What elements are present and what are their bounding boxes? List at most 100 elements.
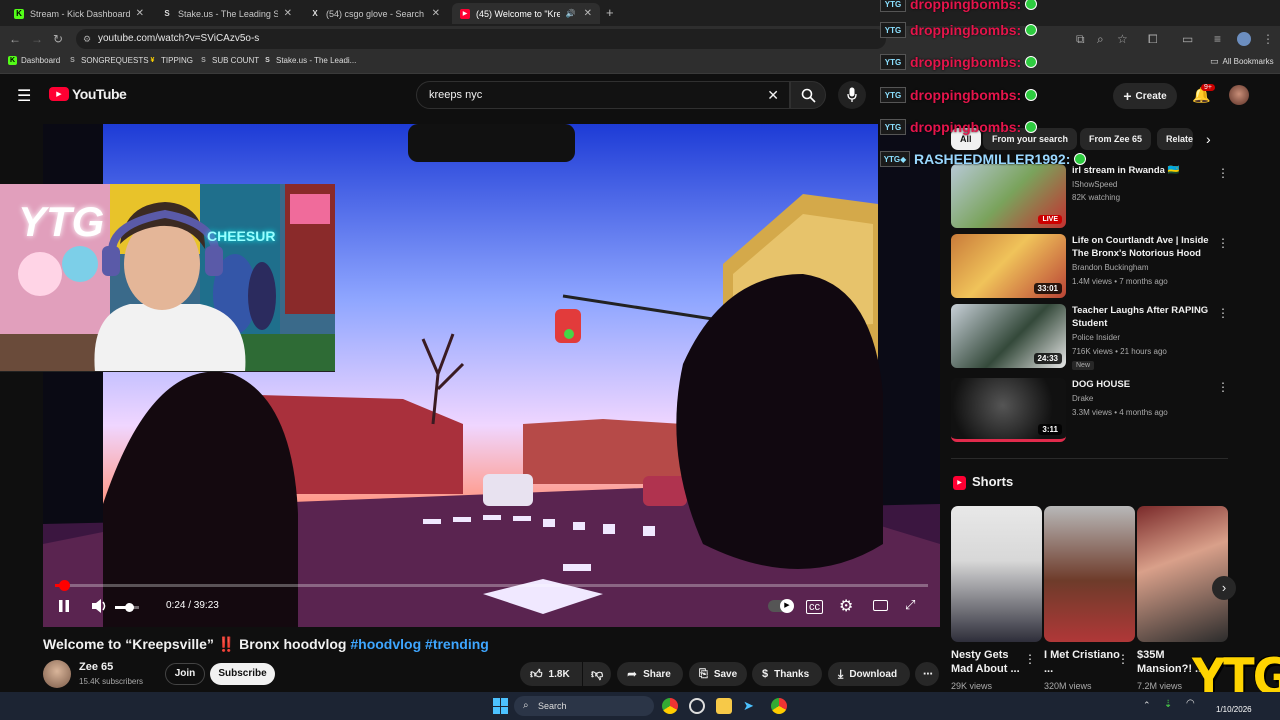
channel-name[interactable]: IShowSpeed — [1072, 180, 1117, 189]
taskbar-search[interactable]: ⌕ Search — [514, 696, 654, 716]
telegram-icon[interactable]: ➤ — [743, 698, 759, 714]
search-input[interactable]: kreeps nyc ✕ — [416, 81, 790, 109]
video-title[interactable]: irl stream in Rwanda 🇷🇼 — [1072, 164, 1212, 177]
recommendation-item[interactable]: LIVE irl stream in Rwanda 🇷🇼 IShowSpeed … — [951, 164, 1231, 230]
tray-app-icon[interactable]: ⇣ — [1164, 699, 1172, 710]
reload-icon[interactable]: ↻ — [53, 32, 63, 46]
chrome-icon[interactable] — [771, 698, 787, 714]
recommendation-item[interactable]: 3:11 DOG HOUSE Drake 3.3M views • 4 mont… — [951, 378, 1231, 444]
settings-gear-icon[interactable]: ⚙ — [839, 596, 853, 616]
hashtag-trending[interactable]: #trending — [425, 636, 489, 652]
hamburger-menu-icon[interactable]: ☰ — [17, 86, 31, 106]
hashtag-hoodvlog[interactable]: #hoodvlog — [350, 636, 421, 652]
short-thumbnail[interactable] — [1137, 506, 1228, 642]
forward-icon[interactable]: → — [31, 32, 43, 46]
close-icon[interactable]: ✕ — [136, 8, 144, 19]
channel-avatar[interactable] — [43, 660, 71, 688]
bookmark-subcount[interactable]: S SUB COUNT — [199, 56, 259, 65]
channel-name[interactable]: Drake — [1072, 394, 1093, 403]
captions-icon[interactable]: cc — [806, 600, 823, 614]
site-info-icon[interactable]: ⚙ — [83, 29, 91, 49]
youtube-logo[interactable]: ▶ YouTube — [49, 86, 127, 102]
dislike-button[interactable]: 👎︎ — [583, 662, 611, 686]
video-thumbnail[interactable]: 3:11 — [951, 378, 1066, 442]
progress-bar[interactable] — [55, 580, 928, 591]
more-options-icon[interactable]: ⋮ — [1117, 652, 1129, 666]
like-button[interactable]: 👍︎ 1.8K — [520, 662, 582, 686]
video-title[interactable]: DOG HOUSE — [1072, 378, 1212, 391]
more-actions-button[interactable]: ⋯ — [915, 662, 939, 686]
close-icon[interactable]: ✕ — [432, 8, 440, 19]
pause-button[interactable] — [57, 598, 71, 617]
fullscreen-icon[interactable]: ⤢ — [905, 597, 915, 613]
more-options-icon[interactable]: ⋮ — [1217, 380, 1229, 394]
short-thumbnail[interactable] — [1044, 506, 1135, 642]
bookmark-star-icon[interactable]: ☆ — [1117, 32, 1128, 46]
voice-search-button[interactable] — [838, 81, 866, 109]
chip-from-zee65[interactable]: From Zee 65 — [1080, 128, 1152, 150]
media-icon[interactable]: ≡ — [1214, 32, 1221, 46]
bookmark-stake[interactable]: S Stake.us - The Leadi... — [263, 56, 356, 65]
channel-name[interactable]: Police Insider — [1072, 333, 1120, 342]
tab-x-search[interactable]: X (54) csgo glove - Search / X ✕ — [302, 3, 448, 24]
progress-scrubber[interactable] — [59, 580, 70, 591]
clear-search-icon[interactable]: ✕ — [767, 82, 779, 108]
video-thumbnail[interactable]: LIVE — [951, 164, 1066, 228]
video-thumbnail[interactable]: 33:01 — [951, 234, 1066, 298]
channel-name[interactable]: Zee 65 — [79, 661, 113, 673]
all-bookmarks[interactable]: ▭ All Bookmarks — [1210, 56, 1274, 67]
volume-knob[interactable] — [125, 603, 134, 612]
bookmark-dashboard[interactable]: K Dashboard — [8, 56, 60, 65]
search-button[interactable] — [790, 81, 826, 109]
more-options-icon[interactable]: ⋮ — [1217, 166, 1229, 180]
new-tab-icon[interactable]: + — [606, 5, 614, 20]
file-explorer-icon[interactable] — [716, 698, 732, 714]
subscribe-button[interactable]: Subscribe — [210, 663, 275, 685]
bookmark-tipping[interactable]: ¥ TIPPING — [148, 56, 193, 65]
close-icon[interactable]: ✕ — [284, 8, 292, 19]
chrome-icon[interactable] — [662, 698, 678, 714]
back-icon[interactable]: ← — [9, 32, 21, 46]
more-options-icon[interactable]: ⋮ — [1024, 652, 1036, 666]
profile-avatar[interactable] — [1237, 32, 1251, 46]
recommendation-item[interactable]: 33:01 Life on Courtlandt Ave | Inside Th… — [951, 234, 1231, 300]
video-title[interactable]: Teacher Laughs After RAPING Student — [1072, 304, 1212, 330]
obs-icon[interactable] — [689, 698, 705, 714]
windows-start-icon[interactable] — [493, 698, 509, 714]
autoplay-toggle[interactable]: ▶ — [768, 599, 794, 613]
url-field[interactable]: ⚙ youtube.com/watch?v=SViCAzv5o-s — [76, 29, 886, 49]
bookmark-songrequests[interactable]: S SONGREQUESTS — [68, 56, 148, 65]
save-button[interactable]: ⎘ Save — [689, 662, 747, 686]
tray-chevron-icon[interactable]: ⌃ — [1143, 700, 1151, 711]
tab-kick-dashboard[interactable]: K Stream - Kick Dashboard ✕ — [6, 3, 152, 24]
miniplayer-icon[interactable] — [873, 600, 888, 611]
share-button[interactable]: ➦ Share — [617, 662, 683, 686]
close-icon[interactable]: ✕ — [584, 8, 592, 19]
mute-button[interactable] — [91, 598, 109, 617]
zoom-icon[interactable]: ⌕ — [1097, 32, 1104, 47]
chip-related[interactable]: Relate — [1157, 128, 1193, 150]
tab-youtube[interactable]: ▶ (45) Welcome to "Kreepsvil 🔊 ✕ — [452, 3, 600, 24]
short-title[interactable]: I Met Cristiano ... — [1044, 648, 1124, 676]
more-options-icon[interactable]: ⋮ — [1217, 236, 1229, 250]
taskbar-date[interactable]: 1/10/2026 — [1216, 705, 1252, 714]
wifi-icon[interactable]: ◠ — [1186, 698, 1195, 709]
sidepanel-icon[interactable]: ▭ — [1182, 32, 1193, 46]
recommendation-item[interactable]: 24:33 Teacher Laughs After RAPING Studen… — [951, 304, 1231, 370]
download-button[interactable]: ⤓ Download — [828, 662, 910, 686]
extensions-icon[interactable]: ⧠ — [1148, 32, 1158, 47]
video-thumbnail[interactable]: 24:33 — [951, 304, 1066, 368]
chevron-right-icon[interactable]: › — [1206, 131, 1211, 147]
short-thumbnail[interactable] — [951, 506, 1042, 642]
video-title[interactable]: Life on Courtlandt Ave | Inside The Bron… — [1072, 234, 1212, 260]
install-icon[interactable]: ⧉ — [1076, 32, 1085, 47]
tab-stake[interactable]: S Stake.us - The Leading Soc ✕ — [154, 3, 300, 24]
account-avatar[interactable] — [1229, 85, 1249, 105]
volume-slider[interactable] — [115, 603, 139, 612]
short-title[interactable]: Nesty Gets Mad About ... — [951, 648, 1031, 676]
menu-icon[interactable]: ⋮ — [1262, 32, 1274, 46]
shorts-next-button[interactable]: › — [1212, 576, 1236, 600]
channel-name[interactable]: Brandon Buckingham — [1072, 263, 1149, 272]
thanks-button[interactable]: $ Thanks — [752, 662, 822, 686]
join-button[interactable]: Join — [165, 663, 205, 685]
